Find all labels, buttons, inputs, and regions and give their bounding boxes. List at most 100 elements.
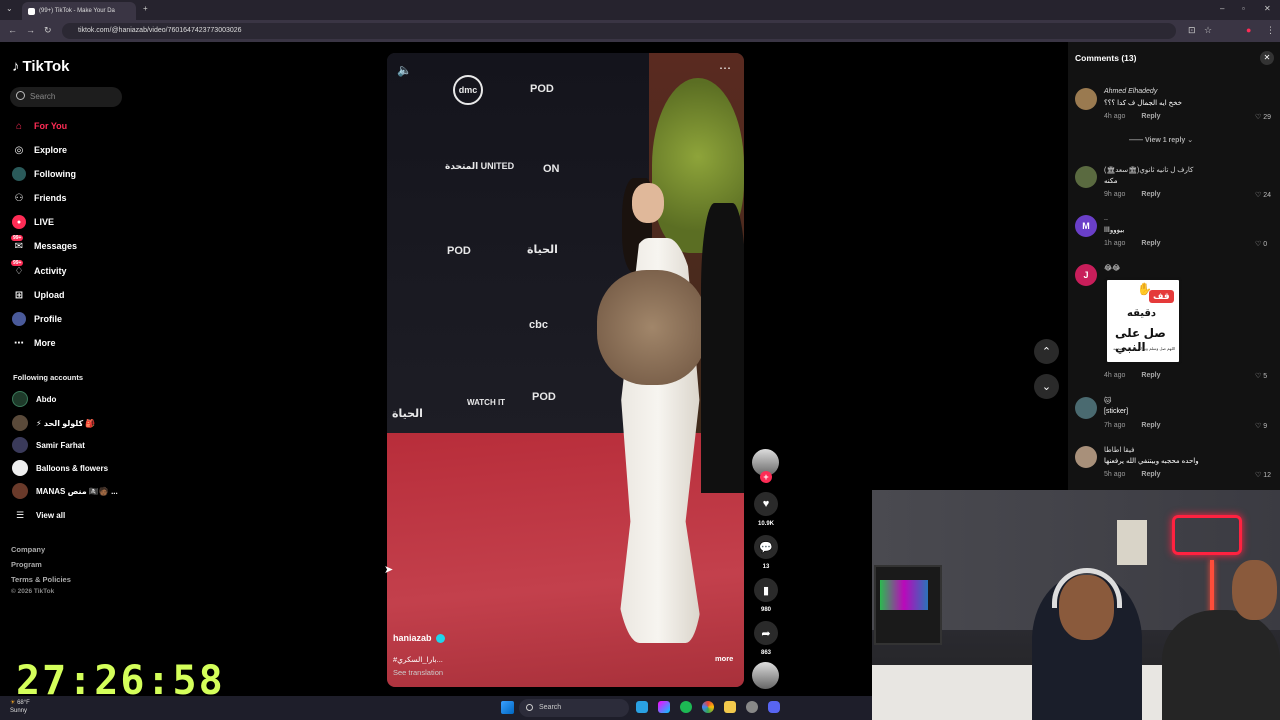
search-input[interactable]: Search (10, 87, 122, 107)
taskbar-search[interactable]: Search (519, 699, 629, 717)
forward-icon[interactable]: → (26, 25, 35, 35)
comment-like[interactable]: ♡ 5 (1255, 372, 1267, 380)
previous-video-button[interactable]: ⌃ (1034, 339, 1059, 364)
nav-label: Upload (34, 290, 65, 300)
like-button[interactable]: ♥ (754, 492, 778, 516)
avatar[interactable] (1075, 397, 1097, 419)
comment-like[interactable]: ♡ 12 (1255, 471, 1271, 479)
follow-plus-icon[interactable]: + (760, 471, 772, 483)
account-item[interactable]: Balloons & flowers (12, 460, 108, 476)
windows-start-icon[interactable] (501, 701, 514, 714)
next-video-button[interactable]: ⌄ (1034, 374, 1059, 399)
home-icon: ⌂ (15, 120, 23, 132)
account-item[interactable]: Abdo (12, 391, 56, 407)
save-button[interactable]: ▮ (754, 578, 778, 602)
browser-tab[interactable]: (99+) TikTok - Make Your Da (22, 2, 136, 20)
comment-meta: 9h ago Reply (1104, 191, 1160, 198)
comment-like[interactable]: ♡ 24 (1255, 191, 1271, 199)
music-disc-avatar[interactable] (752, 662, 779, 689)
install-icon[interactable]: ⊡ (1188, 25, 1196, 36)
comment-author[interactable]: فيقا اطاطا (1104, 446, 1134, 454)
spotify-icon[interactable] (680, 701, 692, 713)
avatar[interactable]: M (1075, 215, 1097, 237)
nav-activity[interactable]: ♢ 99+ Activity (11, 260, 67, 279)
view-replies-link[interactable]: —— View 1 reply ⌄ (1129, 136, 1193, 144)
comment-time: 4h ago (1104, 372, 1126, 379)
avatar[interactable] (1075, 446, 1097, 468)
comment-icon: 💬 (759, 541, 773, 554)
reply-link[interactable]: Reply (1141, 191, 1160, 198)
file-explorer-icon[interactable] (724, 701, 736, 713)
view-reply-label: View 1 reply (1144, 137, 1186, 144)
reply-link[interactable]: Reply (1141, 113, 1160, 120)
reload-icon[interactable]: ↻ (44, 25, 52, 36)
share-button[interactable]: ➦ (754, 621, 778, 645)
video-more-icon[interactable]: ⋯ (719, 61, 731, 75)
account-item[interactable]: ⚡ كلولو الحد 🎒 (12, 415, 95, 431)
avatar[interactable] (1075, 166, 1097, 188)
nav-profile[interactable]: Profile (12, 311, 62, 327)
footer-terms[interactable]: Terms & Policies (11, 575, 71, 584)
tiktok-logo[interactable]: ♪ TikTok (12, 58, 69, 75)
caption-more-link[interactable]: more (715, 654, 733, 663)
new-tab-icon[interactable]: + (143, 4, 148, 13)
footer-program[interactable]: Program (11, 560, 42, 569)
copilot-icon[interactable] (658, 701, 670, 713)
steam-icon[interactable] (746, 701, 758, 713)
nav-messages[interactable]: ✉ 99+ Messages (11, 235, 77, 254)
video-username[interactable]: haniazab (393, 633, 445, 643)
comment-like[interactable]: ♡ 9 (1255, 422, 1267, 430)
account-item[interactable]: MANAS منص 🏴‍☠️🧑🏾 ... (12, 483, 118, 499)
comment-like[interactable]: ♡ 29 (1255, 113, 1271, 121)
nav-for-you[interactable]: ⌂ For You (12, 118, 67, 134)
nav-explore[interactable]: ◎ Explore (12, 142, 67, 158)
account-name: ⚡ كلولو الحد 🎒 (36, 418, 96, 428)
comment-author[interactable]: 🐱 (1104, 397, 1111, 405)
like-count: 24 (1263, 192, 1272, 199)
comment-author[interactable]: .. (1104, 215, 1108, 222)
comment-author[interactable]: Ahmed Elhadedy (1104, 88, 1157, 95)
back-icon[interactable]: ← (8, 25, 17, 35)
url-field[interactable]: tiktok.com/@haniazab/video/7601647423773… (62, 23, 1176, 39)
see-translation-link[interactable]: See translation (393, 668, 443, 677)
reply-link[interactable]: Reply (1141, 422, 1160, 429)
close-window-icon[interactable]: ✕ (1264, 4, 1271, 13)
sticker-text: دقيقه (1127, 308, 1157, 319)
comment-meta: 5h ago Reply (1104, 471, 1160, 478)
close-comments-button[interactable]: ✕ (1260, 51, 1274, 65)
nav-live[interactable]: ● LIVE (12, 214, 54, 230)
reply-link[interactable]: Reply (1141, 372, 1160, 379)
tab-menu-icon[interactable]: ⌄ (6, 4, 13, 13)
nav-more[interactable]: ⋯ More (12, 335, 56, 351)
account-item[interactable]: Samir Farhat (12, 437, 85, 453)
footer-company[interactable]: Company (11, 545, 45, 554)
avatar[interactable] (1075, 88, 1097, 110)
profile-icon[interactable]: ● (1246, 25, 1251, 35)
video-caption[interactable]: #بارا_السكري... (393, 655, 443, 664)
compass-icon: ◎ (14, 144, 24, 156)
bookmark-star-icon[interactable]: ☆ (1204, 25, 1212, 36)
edge-icon[interactable] (636, 701, 648, 713)
maximize-icon[interactable]: ▫ (1242, 4, 1245, 13)
comment-author[interactable]: كارف ل تانيه ثانوي(🏛سعد🏛) (1104, 166, 1193, 174)
nav-following[interactable]: Following (12, 166, 76, 182)
weather-widget[interactable]: ☀ 68°F Sunny (10, 699, 30, 715)
minimize-icon[interactable]: – (1220, 4, 1224, 13)
reply-link[interactable]: Reply (1141, 471, 1160, 478)
view-all-link[interactable]: ☰ View all (12, 507, 65, 523)
comment-like[interactable]: ♡ 0 (1255, 240, 1267, 248)
sponsor-logo: cbc (529, 319, 548, 331)
volume-icon[interactable]: 🔈 (397, 63, 412, 77)
comment-author[interactable]: 😂😂 (1104, 264, 1120, 272)
nav-friends[interactable]: ⚇ Friends (12, 190, 67, 206)
browser-menu-icon[interactable]: ⋮ (1266, 25, 1275, 36)
avatar[interactable]: J (1075, 264, 1097, 286)
reply-link[interactable]: Reply (1141, 240, 1160, 247)
video-player[interactable]: dmc POD المتحدة UNITED ON POD الحياة cbc… (387, 53, 744, 687)
discord-icon[interactable] (768, 701, 780, 713)
list-icon: ☰ (15, 509, 25, 520)
nav-upload[interactable]: ⊞ Upload (12, 287, 65, 303)
comment-button[interactable]: 💬 (754, 535, 778, 559)
chrome-icon[interactable] (702, 701, 714, 713)
divider: —— (1129, 137, 1145, 144)
